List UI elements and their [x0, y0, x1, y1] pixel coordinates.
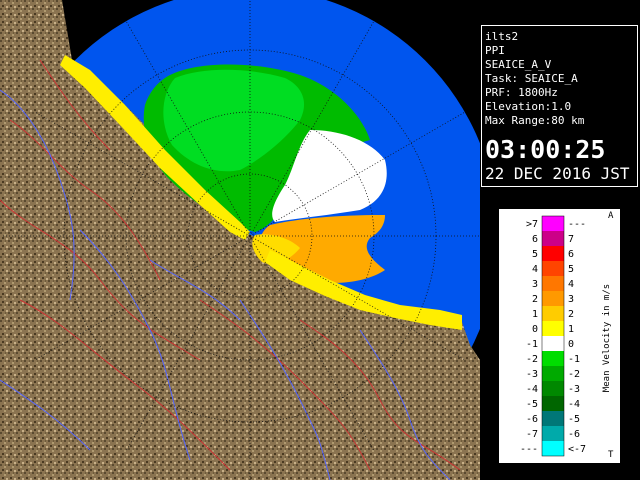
radar-ppi-display: [0, 0, 480, 480]
legend-swatch: [542, 306, 564, 321]
legend-bin-lower: -4: [526, 384, 538, 395]
legend-bin-upper: 0: [568, 339, 574, 350]
legend-bin-lower: 5: [532, 249, 538, 260]
legend-bin-lower: -2: [526, 354, 538, 365]
legend-bin-lower: -6: [526, 414, 538, 425]
legend-bin-lower: 0: [532, 324, 538, 335]
legend-bin-upper: 3: [568, 294, 574, 305]
legend-unit-label-box: Mean Velocity in m/s: [594, 216, 620, 460]
legend-bin-upper: -5: [568, 414, 580, 425]
legend-swatch: [542, 276, 564, 291]
legend-bin-lower: 2: [532, 294, 538, 305]
legend-swatch: [542, 366, 564, 381]
radar-info-panel: ilts2 PPI SEAICE_A_V Task: SEAICE_A PRF:…: [481, 25, 638, 187]
legend-swatch: [542, 411, 564, 426]
legend-swatch: [542, 441, 564, 456]
info-line-max-range: Max Range:80 km: [485, 114, 585, 127]
scan-date: 22 DEC 2016 JST: [485, 164, 630, 183]
legend-bin-upper: <-7: [568, 444, 586, 455]
legend-bin-upper: -6: [568, 429, 580, 440]
legend-swatch: [542, 216, 564, 231]
legend-swatch: [542, 336, 564, 351]
legend-swatch: [542, 351, 564, 366]
info-line-elevation: Elevation:1.0: [485, 100, 572, 113]
legend-bin-lower: -5: [526, 399, 538, 410]
info-line-scan-type: PPI: [485, 44, 505, 57]
legend-swatch: [542, 231, 564, 246]
legend-bin-lower: -3: [526, 369, 538, 380]
info-line-task: Task: SEAICE_A: [485, 72, 578, 85]
legend-bin-lower: ---: [520, 444, 538, 455]
legend-bin-upper: -2: [568, 369, 580, 380]
legend-bottom-letter: T: [608, 450, 614, 460]
legend-bin-lower: -7: [526, 429, 538, 440]
legend-swatch: [542, 396, 564, 411]
legend-bin-upper: 1: [568, 324, 574, 335]
velocity-legend: >7 --- 6 7 5 6 4 5 3 4 2 3 1 2 0 1 -1 0 -2 -1 -3 -2 -4 -3 -5 -4 -6…: [499, 209, 620, 463]
legend-swatch: [542, 291, 564, 306]
legend-unit-label: Mean Velocity in m/s: [602, 283, 612, 393]
legend-bin-lower: -1: [526, 339, 538, 350]
legend-bin-upper: 4: [568, 279, 574, 290]
scan-time: 03:00:25: [485, 135, 606, 164]
legend-swatch: [542, 246, 564, 261]
info-line-site: ilts2: [485, 30, 519, 43]
legend-bin-lower: 1: [532, 309, 538, 320]
legend-swatch: [542, 381, 564, 396]
info-line-product: SEAICE_A_V: [485, 58, 552, 71]
legend-bin-lower: 3: [532, 279, 538, 290]
legend-bin-upper: ---: [568, 219, 586, 230]
legend-bin-upper: 7: [568, 234, 574, 245]
legend-bin-upper: 5: [568, 264, 574, 275]
legend-bin-lower: 6: [532, 234, 538, 245]
legend-bin-upper: -4: [568, 399, 580, 410]
legend-swatch: [542, 426, 564, 441]
legend-swatch: [542, 261, 564, 276]
legend-bin-upper: 6: [568, 249, 574, 260]
legend-bin-upper: -3: [568, 384, 580, 395]
legend-swatch: [542, 321, 564, 336]
legend-bin-upper: -1: [568, 354, 580, 365]
info-line-prf: PRF: 1800Hz: [485, 86, 558, 99]
legend-bin-upper: 2: [568, 309, 574, 320]
legend-bin-lower: 4: [532, 264, 538, 275]
legend-bin-lower: >7: [526, 219, 538, 230]
